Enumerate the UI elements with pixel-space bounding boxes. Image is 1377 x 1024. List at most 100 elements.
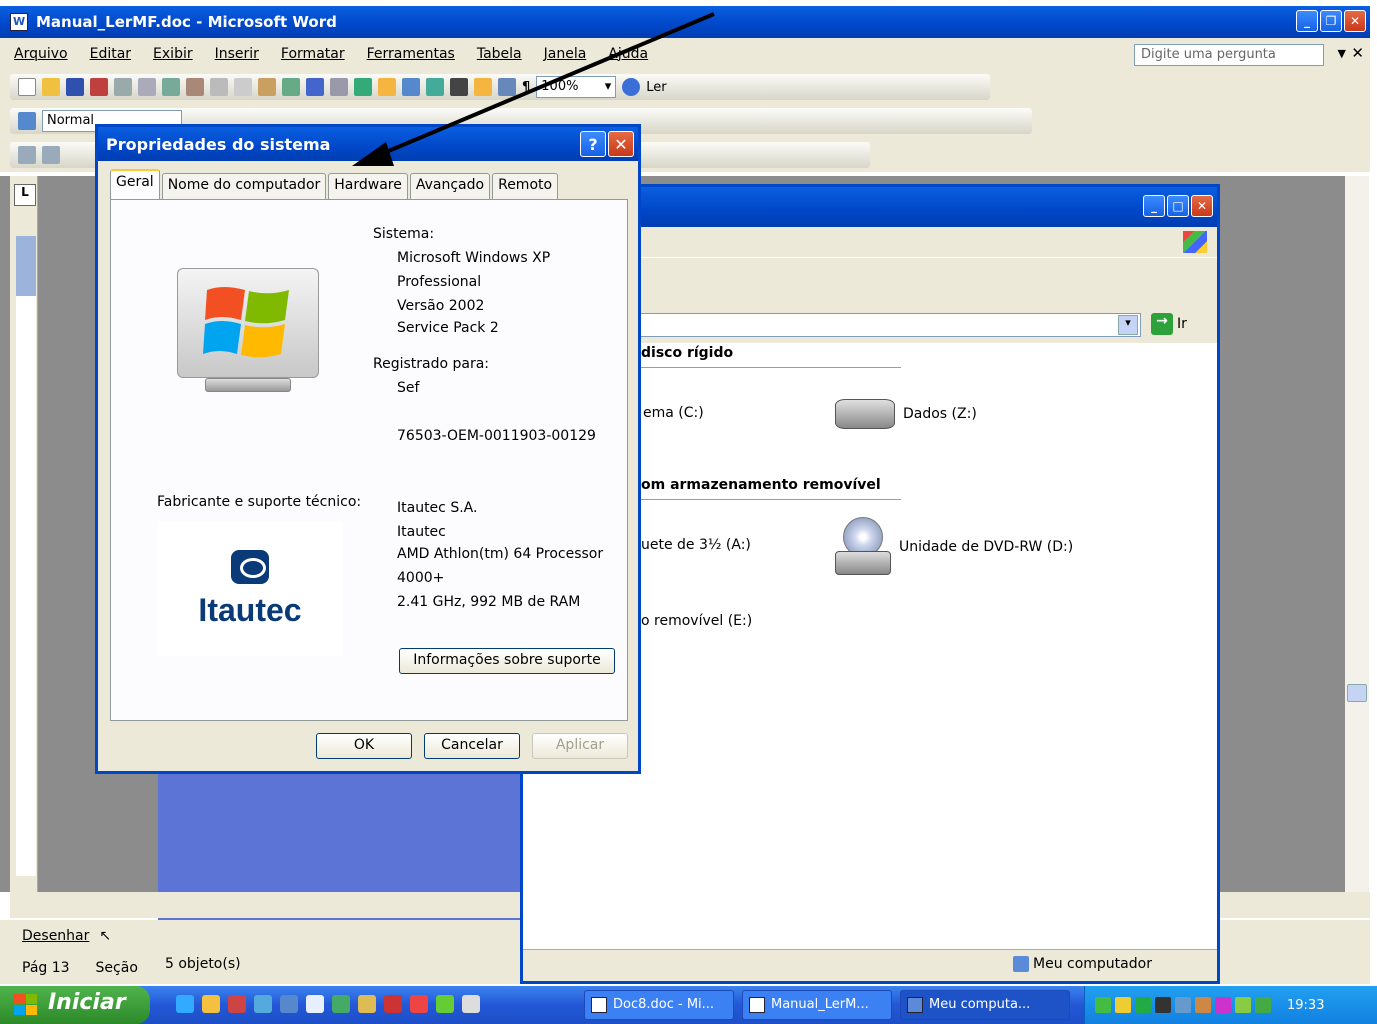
help-question-button[interactable]: ? <box>580 131 606 157</box>
drive-a[interactable]: uete de 3½ (A:) <box>641 537 751 553</box>
new-icon[interactable] <box>18 78 36 96</box>
app-icon-1[interactable] <box>228 995 246 1013</box>
app-icon-4[interactable] <box>410 995 428 1013</box>
explorer-maximize-button[interactable]: □ <box>1167 195 1189 217</box>
word-doc-icon[interactable] <box>10 13 28 31</box>
tray-icon-4[interactable] <box>1195 997 1211 1013</box>
document-map-icon[interactable] <box>498 78 516 96</box>
print-icon[interactable] <box>114 78 132 96</box>
redo-icon[interactable] <box>330 78 348 96</box>
format-painter-icon[interactable] <box>282 78 300 96</box>
app-icon-6[interactable] <box>462 995 480 1013</box>
app-icon-5[interactable] <box>436 995 454 1013</box>
ie-icon[interactable] <box>176 995 194 1013</box>
scroll-thumb[interactable] <box>1347 684 1367 702</box>
support-info-button[interactable]: Informações sobre suporte <box>399 648 615 674</box>
show-hide-icon[interactable]: ¶ <box>522 80 530 95</box>
paste-icon[interactable] <box>258 78 276 96</box>
ask-dropdown-icon[interactable]: ▼ <box>1338 47 1346 60</box>
address-dropdown-icon[interactable]: ▾ <box>1118 315 1138 335</box>
research-icon[interactable] <box>186 78 204 96</box>
ask-question-input[interactable]: Digite uma pergunta <box>1134 44 1324 66</box>
app-icon-3[interactable] <box>384 995 402 1013</box>
hyperlink-icon[interactable] <box>354 78 372 96</box>
restore-button[interactable]: ❐ <box>1320 10 1342 32</box>
app-icon-2[interactable] <box>358 995 376 1013</box>
explorer-minimize-button[interactable]: _ <box>1143 195 1165 217</box>
permission-icon[interactable] <box>90 78 108 96</box>
insert-table-icon[interactable] <box>402 78 420 96</box>
copy-icon[interactable] <box>234 78 252 96</box>
open-icon[interactable] <box>42 78 60 96</box>
word-title-bar[interactable]: Manual_LerMF.doc - Microsoft Word _ ❐ ✕ <box>0 6 1370 38</box>
read-mode-button[interactable]: Ler <box>646 80 666 95</box>
tab-avancado[interactable]: Avançado <box>409 173 491 199</box>
task-doc8[interactable]: Doc8.doc - Mi... <box>584 990 734 1020</box>
columns-icon[interactable] <box>450 78 468 96</box>
select-objects-icon[interactable]: ↖ <box>99 928 111 944</box>
menu-arquivo[interactable]: Arquivo <box>14 46 68 62</box>
tray-icon-6[interactable] <box>1235 997 1251 1013</box>
tray-icon-3[interactable] <box>1175 997 1191 1013</box>
tray-icon-2[interactable] <box>1115 997 1131 1013</box>
tab-remoto[interactable]: Remoto <box>492 173 559 199</box>
vertical-ruler <box>10 176 38 892</box>
outlook-icon[interactable] <box>280 995 298 1013</box>
tab-hardware[interactable]: Hardware <box>328 173 408 199</box>
tray-icon-5[interactable] <box>1215 997 1231 1013</box>
drive-d[interactable]: Unidade de DVD-RW (D:) <box>835 517 1073 577</box>
drawing-icon[interactable] <box>474 78 492 96</box>
go-button[interactable]: → Ir <box>1151 313 1187 335</box>
drive-e[interactable]: o removível (E:) <box>641 613 752 629</box>
spelling-icon[interactable] <box>162 78 180 96</box>
menu-inserir[interactable]: Inserir <box>215 46 259 62</box>
volume-icon[interactable] <box>1155 997 1171 1013</box>
explorer-close-button[interactable]: ✕ <box>1191 195 1213 217</box>
print-preview-icon[interactable] <box>138 78 156 96</box>
vertical-scrollbar[interactable] <box>1345 176 1369 892</box>
menu-janela[interactable]: Janela <box>544 46 587 62</box>
menu-ferramentas[interactable]: Ferramentas <box>367 46 455 62</box>
undo-icon[interactable] <box>306 78 324 96</box>
drive-z[interactable]: Dados (Z:) <box>835 399 977 429</box>
cancel-button[interactable]: Cancelar <box>424 733 520 759</box>
zoom-select[interactable]: 100% ▾ <box>536 76 617 98</box>
task-manual[interactable]: Manual_LerM... <box>742 990 892 1020</box>
help-icon[interactable] <box>622 78 641 96</box>
save-icon[interactable] <box>66 78 84 96</box>
tables-borders-icon[interactable] <box>378 78 396 96</box>
drive-c[interactable]: ema (C:) <box>643 405 704 421</box>
apply-button[interactable]: Aplicar <box>532 733 628 759</box>
tab-stop-selector[interactable]: L <box>14 184 36 206</box>
word-icon[interactable] <box>306 995 324 1013</box>
draw-table-icon[interactable] <box>18 146 36 164</box>
close-document-icon[interactable]: ✕ <box>1351 44 1364 62</box>
menu-formatar[interactable]: Formatar <box>281 46 345 62</box>
tray-icon-7[interactable] <box>1255 997 1271 1013</box>
processor-name: AMD Athlon(tm) 64 Processor <box>397 546 604 562</box>
tray-icon-1[interactable] <box>1095 997 1111 1013</box>
eraser-icon[interactable] <box>42 146 60 164</box>
folder-icon[interactable] <box>202 995 220 1013</box>
menu-exibir[interactable]: Exibir <box>153 46 193 62</box>
menu-ajuda[interactable]: Ajuda <box>608 46 648 62</box>
start-button[interactable]: Iniciar <box>0 986 150 1024</box>
network-icon[interactable] <box>1135 997 1151 1013</box>
dialog-close-button[interactable]: ✕ <box>608 131 634 157</box>
menu-tabela[interactable]: Tabela <box>477 46 522 62</box>
styles-pane-icon[interactable] <box>18 112 36 130</box>
ok-button[interactable]: OK <box>316 733 412 759</box>
minimize-button[interactable]: _ <box>1296 10 1318 32</box>
insert-excel-icon[interactable] <box>426 78 444 96</box>
drive-c-label: ema (C:) <box>643 405 704 421</box>
excel-icon[interactable] <box>332 995 350 1013</box>
task-my-computer[interactable]: Meu computa... <box>900 990 1070 1020</box>
dialog-title-bar[interactable]: Propriedades do sistema ? ✕ <box>98 127 638 161</box>
tab-nome-do-computador[interactable]: Nome do computador <box>161 173 327 199</box>
close-button[interactable]: ✕ <box>1344 10 1366 32</box>
menu-editar[interactable]: Editar <box>90 46 131 62</box>
tab-geral[interactable]: Geral <box>110 169 160 199</box>
cut-icon[interactable] <box>210 78 228 96</box>
ie-icon-2[interactable] <box>254 995 272 1013</box>
draw-menu[interactable]: Desenhar <box>22 928 89 944</box>
